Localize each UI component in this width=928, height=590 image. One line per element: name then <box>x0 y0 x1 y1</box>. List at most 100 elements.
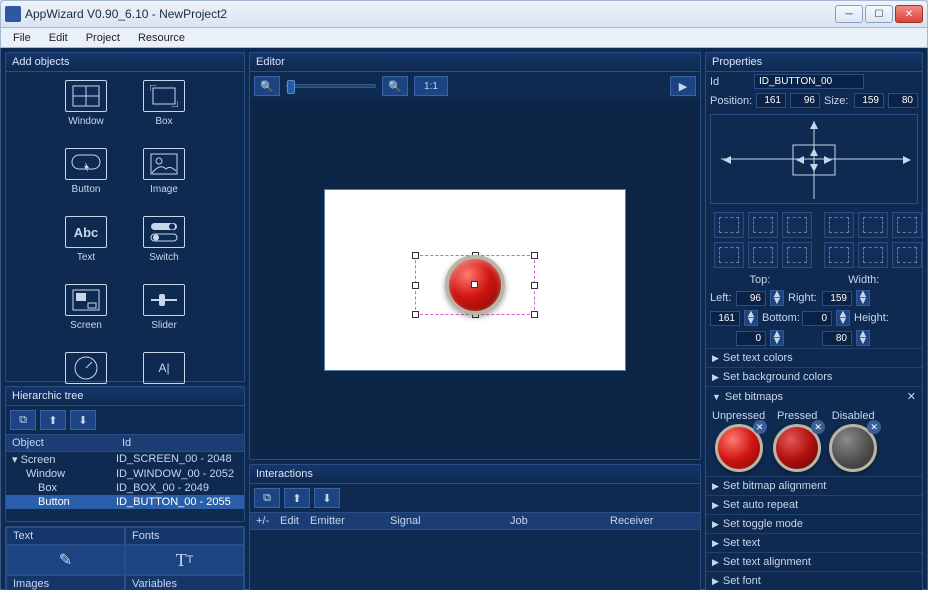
canvas-red-button[interactable] <box>445 255 505 315</box>
sel-handle-se[interactable] <box>531 311 538 318</box>
bitmap-remove-button[interactable]: ✕ <box>867 420 881 434</box>
align-btn[interactable] <box>714 242 744 268</box>
resources-panel: Text Fonts ✎ TT Images Variables 🖼 (x) <box>5 526 245 590</box>
editor-canvas-wrap[interactable] <box>250 100 700 459</box>
bitmaps-row: Unpressed ✕ Pressed ✕ Disabled ✕ <box>706 406 922 476</box>
zoom-in-button[interactable]: 🔍 <box>382 76 408 96</box>
tree-down-button[interactable]: ⬇ <box>70 410 96 430</box>
align-btn[interactable] <box>824 242 854 268</box>
zoom-slider-thumb[interactable] <box>287 80 295 94</box>
zoom-slider[interactable] <box>286 84 376 88</box>
zoom-out-button[interactable]: 🔍 <box>254 76 280 96</box>
menu-resource[interactable]: Resource <box>130 30 193 46</box>
align-btn[interactable] <box>748 212 778 238</box>
bitmap-disabled[interactable]: Disabled ✕ <box>829 410 877 472</box>
tree-row[interactable]: ▾ ScreenID_SCREEN_00 - 2048 <box>6 452 244 467</box>
menu-file[interactable]: File <box>5 30 39 46</box>
prop-left-input[interactable] <box>710 311 740 326</box>
bitmap-unpressed[interactable]: Unpressed ✕ <box>712 410 765 472</box>
chevron-right-icon: ▶ <box>712 353 719 364</box>
add-button[interactable]: Button <box>51 148 121 208</box>
section-bitmaps[interactable]: ▼Set bitmaps✕ <box>706 386 922 406</box>
align-btn[interactable] <box>892 212 922 238</box>
section-set-font[interactable]: ▶Set font <box>706 571 922 590</box>
chevron-right-icon: ▶ <box>712 500 719 511</box>
menu-project[interactable]: Project <box>78 30 128 46</box>
add-image[interactable]: Image <box>129 148 199 208</box>
tree-body[interactable]: ▾ ScreenID_SCREEN_00 - 2048 WindowID_WIN… <box>6 452 244 509</box>
sel-handle-e[interactable] <box>531 282 538 289</box>
prop-id-input[interactable] <box>754 74 864 89</box>
prop-bottom-input[interactable] <box>736 331 766 346</box>
prop-size-w[interactable] <box>854 93 884 108</box>
prop-pos-y[interactable] <box>790 93 820 108</box>
close-icon[interactable]: ✕ <box>907 390 916 403</box>
play-button[interactable]: ▶ <box>670 76 696 96</box>
prop-height-input[interactable] <box>822 331 852 346</box>
prop-size-h[interactable] <box>888 93 918 108</box>
sel-handle-ne[interactable] <box>531 252 538 259</box>
prop-right-input[interactable] <box>802 311 832 326</box>
spin[interactable]: ▲▼ <box>744 310 758 326</box>
sel-handle-nw[interactable] <box>412 252 419 259</box>
tree-row[interactable]: BoxID_BOX_00 - 2049 <box>6 481 244 495</box>
align-btn[interactable] <box>858 212 888 238</box>
editor-canvas[interactable] <box>325 190 625 370</box>
menu-edit[interactable]: Edit <box>41 30 76 46</box>
text-icon: Abc <box>65 216 107 248</box>
inter-copy-button[interactable]: ⧉ <box>254 488 280 508</box>
sel-handle-center[interactable] <box>471 281 478 288</box>
tree-row[interactable]: WindowID_WINDOW_00 - 2052 <box>6 467 244 481</box>
align-btn[interactable] <box>714 212 744 238</box>
inter-up-button[interactable]: ⬆ <box>284 488 310 508</box>
sel-handle-w[interactable] <box>412 282 419 289</box>
align-btn[interactable] <box>782 242 812 268</box>
add-screen[interactable]: Screen <box>51 284 121 344</box>
spin[interactable]: ▲▼ <box>856 330 870 346</box>
res-text-button[interactable]: ✎ <box>6 545 125 575</box>
prop-pos-x[interactable] <box>756 93 786 108</box>
prop-top-input[interactable] <box>736 291 766 306</box>
minimize-button[interactable]: ─ <box>835 5 863 23</box>
add-box[interactable]: Box <box>129 80 199 140</box>
spin[interactable]: ▲▼ <box>770 290 784 306</box>
sel-handle-sw[interactable] <box>412 311 419 318</box>
bitmap-remove-button[interactable]: ✕ <box>811 420 825 434</box>
align-btn[interactable] <box>748 242 778 268</box>
tree-row[interactable]: ButtonID_BUTTON_00 - 2055 <box>6 495 244 509</box>
tree-copy-button[interactable]: ⧉ <box>10 410 36 430</box>
section-toggle-mode[interactable]: ▶Set toggle mode <box>706 514 922 533</box>
res-fonts-button[interactable]: TT <box>125 545 244 575</box>
add-window[interactable]: Window <box>51 80 121 140</box>
align-grid-2 <box>824 212 922 268</box>
section-text-align[interactable]: ▶Set text alignment <box>706 552 922 571</box>
align-btn[interactable] <box>892 242 922 268</box>
maximize-button[interactable]: ☐ <box>865 5 893 23</box>
align-btn[interactable] <box>824 212 854 238</box>
editor-panel: Editor 🔍 🔍 1:1 ▶ <box>249 52 701 460</box>
section-bitmap-align[interactable]: ▶Set bitmap alignment <box>706 476 922 495</box>
inter-col-signal: Signal <box>384 513 504 529</box>
spin[interactable]: ▲▼ <box>770 330 784 346</box>
add-slider[interactable]: Slider <box>129 284 199 344</box>
section-auto-repeat[interactable]: ▶Set auto repeat <box>706 495 922 514</box>
section-bg-colors[interactable]: ▶Set background colors <box>706 367 922 386</box>
align-btn[interactable] <box>782 212 812 238</box>
close-button[interactable]: ✕ <box>895 5 923 23</box>
anchor-diagram[interactable] <box>710 114 918 204</box>
add-switch[interactable]: Switch <box>129 216 199 276</box>
interactions-body[interactable] <box>250 530 700 590</box>
section-text-colors[interactable]: ▶Set text colors <box>706 348 922 367</box>
spin[interactable]: ▲▼ <box>856 290 870 306</box>
window-title: AppWizard V0.90_6.10 - NewProject2 <box>25 7 835 21</box>
bitmap-remove-button[interactable]: ✕ <box>753 420 767 434</box>
section-set-text[interactable]: ▶Set text <box>706 533 922 552</box>
prop-width-input[interactable] <box>822 291 852 306</box>
inter-down-button[interactable]: ⬇ <box>314 488 340 508</box>
align-btn[interactable] <box>858 242 888 268</box>
tree-up-button[interactable]: ⬆ <box>40 410 66 430</box>
zoom-reset-button[interactable]: 1:1 <box>414 76 448 96</box>
bitmap-pressed[interactable]: Pressed ✕ <box>773 410 821 472</box>
spin[interactable]: ▲▼ <box>836 310 850 326</box>
add-text[interactable]: AbcText <box>51 216 121 276</box>
